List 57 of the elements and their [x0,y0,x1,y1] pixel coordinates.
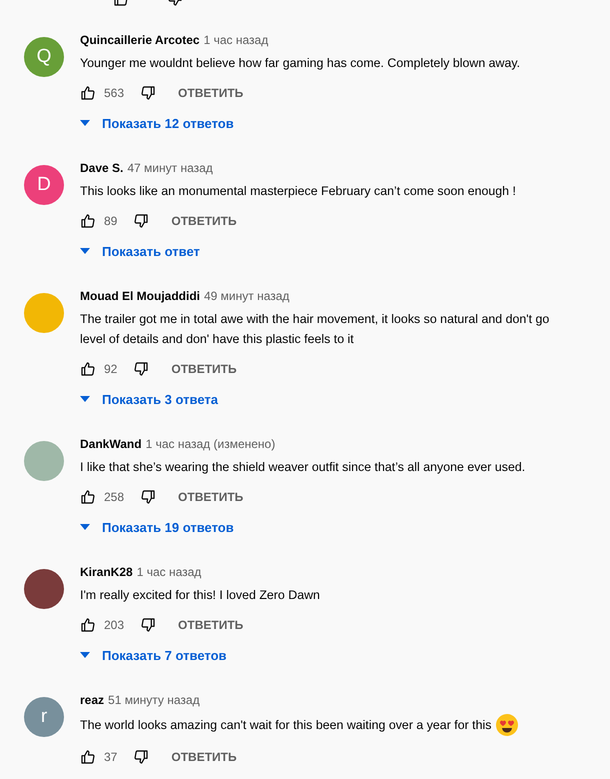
comment-author[interactable]: Dave S. [80,161,124,175]
like-count: 37 [104,750,118,764]
comment-time[interactable]: 49 минут назад [204,289,290,303]
comment-text: level of details and don' have this plastic feels to it [80,331,354,348]
comment-time[interactable]: 51 минуту назад [108,693,200,707]
comment-time[interactable]: 1 час назад [204,33,268,47]
caret-icon [80,396,90,402]
reply-button[interactable]: ОТВЕТИТЬ [159,356,249,382]
thumbs-up-icon[interactable] [80,617,96,633]
thumbs-down-icon[interactable] [140,85,156,101]
comment-time[interactable]: 1 час назад (изменено) [146,437,276,451]
comment-author[interactable]: DankWand [80,437,142,451]
caret-icon [80,524,90,530]
reply-button[interactable]: ОТВЕТИТЬ [166,80,256,106]
avatar-photo-placeholder[interactable] [24,569,64,609]
show-replies-link[interactable]: Показать 3 ответа [80,385,218,413]
caret-icon [80,120,90,126]
like-count: 92 [104,362,118,376]
like-count: 203 [104,618,124,632]
thumbs-up-icon[interactable] [80,749,96,765]
show-replies-link[interactable]: Показать 12 ответов [80,109,234,137]
reply-button[interactable]: ОТВЕТИТЬ [166,484,256,510]
thumbs-down-icon[interactable] [140,489,156,505]
comment-text: This looks like an monumental masterpiece February can’t come soon enough ! [80,183,516,200]
avatar[interactable]: r [24,697,64,737]
avatar[interactable]: D [24,165,64,205]
thumbs-up-icon[interactable] [80,489,96,505]
like-count: 89 [104,214,118,228]
like-count: 563 [104,86,124,100]
avatar[interactable]: Q [24,37,64,77]
reply-button[interactable]: ОТВЕТИТЬ [166,612,256,638]
thumbs-down-icon[interactable] [133,213,150,229]
comment-text: I like that she’s wearing the shield weaver outfit since that’s all anyone ever used. [80,459,526,476]
comment-text: The world looks amazing can't wait for this been waiting over a year for this [80,717,492,734]
thumbs-down-icon[interactable] [133,749,150,765]
show-replies-link[interactable]: Показать 7 ответов [80,641,227,669]
comment-time[interactable]: 47 минут назад [127,161,213,175]
comment-author[interactable]: Quincaillerie Arcotec [80,33,200,47]
thumbs-up-icon[interactable] [80,213,96,229]
comment-author[interactable]: KiranK28 [80,565,133,579]
show-replies-link[interactable]: Показать 19 ответов [80,513,234,541]
comment-time[interactable]: 1 час назад [136,565,202,579]
thumbs-up-icon[interactable] [80,85,96,101]
thumbs-down-icon[interactable] [140,617,156,633]
like-count: 258 [104,490,124,504]
thumbs-up-icon[interactable] [80,361,96,377]
comment-text: I'm really excited for this! I loved Zero Dawn [80,587,320,604]
show-replies-link[interactable]: Показать ответ [80,237,200,265]
caret-icon [80,248,90,254]
caret-icon [80,652,90,658]
comment-text: Younger me wouldnt believe how far gaming has come. Completely blown away. [80,55,520,72]
comment-text: The trailer got me in total awe with the hair movement, it looks so natural and don't go [80,311,550,328]
comment-author[interactable]: reaz [80,693,104,707]
thumbs-down-icon[interactable] [133,361,150,377]
reply-button[interactable]: ОТВЕТИТЬ [159,744,249,770]
reply-button[interactable]: ОТВЕТИТЬ [159,208,249,234]
comment-author[interactable]: Mouad El Moujaddidi [80,289,200,303]
